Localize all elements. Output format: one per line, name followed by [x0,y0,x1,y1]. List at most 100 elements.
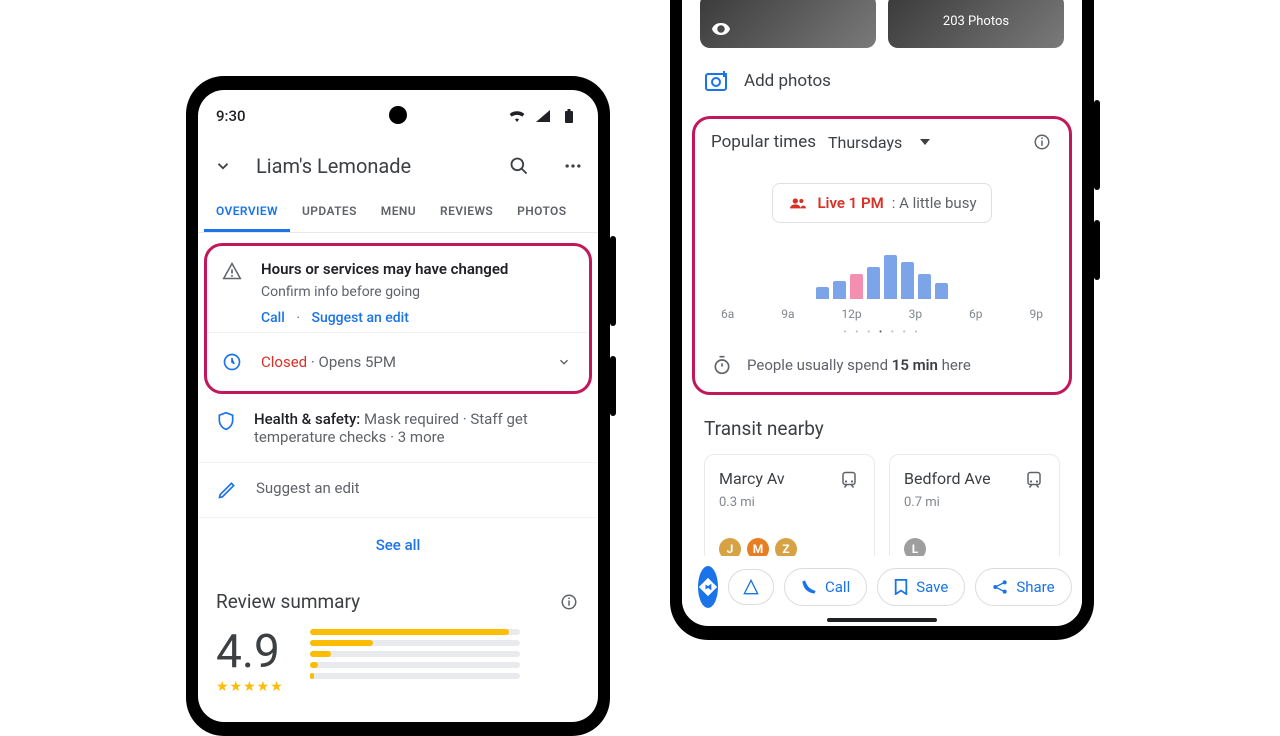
alert-subtitle: Confirm info before going [261,284,575,300]
share-label: Share [1016,578,1054,596]
review-summary: Review summary 4.9 ★★★★★ [198,572,598,695]
signal-icon [532,105,554,127]
add-photos-button[interactable]: Add photos [682,48,1082,114]
alert-title: Hours or services may have changed [261,260,575,278]
add-photos-label: Add photos [744,71,831,91]
axis-tick: 9a [781,307,794,321]
popular-times-bar[interactable] [867,267,880,299]
tab-overview[interactable]: OVERVIEW [204,192,290,232]
popular-times-bar[interactable] [935,283,948,299]
day-pager-dots[interactable]: • • • • • • • [711,327,1053,338]
review-score: 4.9 [216,629,284,675]
popular-times-bar[interactable] [901,262,914,299]
status-icons [506,105,580,127]
popular-times-bar[interactable] [816,287,829,299]
health-safety-row[interactable]: Health & safety: Mask required · Staff g… [198,394,598,463]
place-header: Liam's Lemonade [198,136,598,192]
chevron-down-icon[interactable] [553,351,575,373]
stopwatch-icon [711,354,733,376]
place-title: Liam's Lemonade [256,154,486,178]
tab-menu[interactable]: MENU [369,192,428,232]
search-icon[interactable] [508,155,530,177]
transit-stop-distance: 0.7 mi [904,495,1045,510]
review-summary-title: Review summary [216,590,360,613]
review-bar-2 [310,662,520,668]
call-label: Call [825,578,850,596]
volume-button [610,236,616,326]
popular-times-bar[interactable] [918,274,931,299]
review-bars [310,629,520,679]
photo-thumb-preview[interactable] [700,0,876,48]
home-indicator[interactable] [827,618,937,622]
save-label: Save [916,578,948,596]
tabs: OVERVIEW UPDATES MENU REVIEWS PHOTOS [198,192,598,233]
status-time: 9:30 [216,107,246,125]
opens-label: · Opens 5PM [311,353,396,371]
share-button[interactable]: Share [975,568,1071,606]
axis-tick: 9p [1029,307,1042,321]
axis-tick: 6p [969,307,982,321]
suggest-edit-row[interactable]: Suggest an edit [198,463,598,518]
tab-photos[interactable]: PHOTOS [505,192,578,232]
popular-times-chart[interactable]: 6a 9a 12p 3p 6p 9p [717,251,1047,321]
people-icon [787,192,809,214]
review-bar-5 [310,629,520,635]
time-spent-row: People usually spend 15 min here [711,354,1053,376]
tab-updates[interactable]: UPDATES [290,192,369,232]
tab-reviews[interactable]: REVIEWS [428,192,505,232]
more-icon[interactable] [562,155,584,177]
wifi-icon [506,105,528,127]
axis-tick: 6a [721,307,734,321]
phone-screen-right: 203 Photos Add photos Popular times Thur… [682,0,1082,626]
photo-thumb-count[interactable]: 203 Photos [888,0,1064,48]
popular-times-bar[interactable] [833,281,846,299]
call-link[interactable]: Call [261,310,285,326]
transit-section: Transit nearby Marcy Av0.3 miJMZBedford … [682,395,1082,575]
popular-times-title: Popular times [711,132,816,152]
hours-text: Closed · Opens 5PM [261,353,396,371]
phone-frame-left: 9:30 Liam's Lemona [186,76,610,736]
start-button[interactable] [728,569,774,605]
transit-stop-distance: 0.3 mi [719,495,860,510]
health-label: Health & safety: [254,410,360,428]
subway-icon [838,469,860,491]
transit-title: Transit nearby [704,417,1060,440]
phone-frame-right: 203 Photos Add photos Popular times Thur… [670,0,1094,640]
back-button[interactable] [212,155,234,177]
busy-label: : A little busy [892,194,977,212]
camera-hole [389,106,407,124]
separator-dot: · [296,310,300,326]
popular-times-day[interactable]: Thursdays [828,133,902,152]
warning-icon [221,260,243,282]
suggest-edit-link[interactable]: Suggest an edit [311,310,408,326]
save-button[interactable]: Save [877,568,965,606]
day-dropdown-icon[interactable] [914,131,936,153]
call-button[interactable]: Call [784,568,867,606]
pencil-icon [216,479,238,501]
info-icon[interactable] [558,591,580,613]
time-spent-text: People usually spend 15 min here [747,356,971,374]
photo-strip: 203 Photos [682,0,1082,48]
directions-button[interactable] [698,566,718,608]
axis-tick: 3p [909,307,922,321]
popular-times-bar[interactable] [850,274,863,299]
hours-row[interactable]: Closed · Opens 5PM [207,332,589,391]
see-all-button[interactable]: See all [198,518,598,572]
camera-plus-icon [704,68,730,94]
subway-icon [1023,469,1045,491]
live-busy-pill: Live 1 PM : A little busy [772,183,991,223]
closed-label: Closed [261,353,307,371]
alert-links: Call · Suggest an edit [261,310,575,326]
axis-tick: 12p [841,307,861,321]
chart-axis: 6a 9a 12p 3p 6p 9p [717,307,1047,321]
bottom-action-bar: Call Save Share [682,556,1082,616]
volume-button [1094,100,1100,190]
info-icon[interactable] [1031,131,1053,153]
alert-row: Hours or services may have changed Confi… [207,246,589,332]
hours-alert-card: Hours or services may have changed Confi… [204,243,592,394]
review-bar-1 [310,673,520,679]
popular-times-bar[interactable] [884,255,897,299]
power-button [1094,220,1100,280]
review-stars: ★★★★★ [216,679,284,695]
live-label: Live 1 PM [817,194,883,212]
